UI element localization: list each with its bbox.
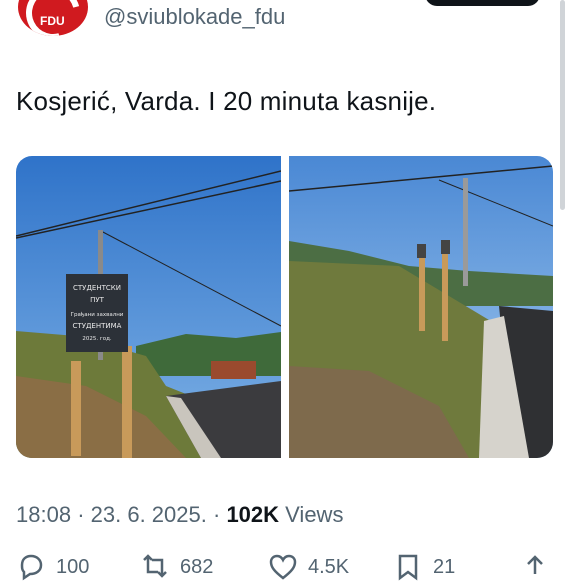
like-button[interactable]: 4.5K — [268, 552, 349, 582]
photo-right-image — [289, 156, 553, 458]
photo-left-image: СТУДЕНТСКИ ПУТ Грађани захвални СТУДЕНТИ… — [16, 156, 281, 458]
avatar-label: FDU — [40, 14, 65, 28]
meta-separator: · — [77, 502, 85, 527]
reply-button[interactable]: 100 — [16, 552, 89, 582]
tweet-date[interactable]: 23. 6. 2025. — [91, 502, 207, 527]
views-label: Views — [285, 502, 344, 527]
sign-line-5: 2025. год. — [82, 336, 112, 342]
share-icon — [527, 555, 543, 574]
tweet-time[interactable]: 18:08 — [16, 502, 71, 527]
tweet-text: Kosjerić, Varda. I 20 minuta kasnije. — [16, 86, 437, 116]
sign-line-1: СТУДЕНТСКИ — [73, 284, 121, 292]
tweet-photo-right[interactable] — [289, 156, 553, 458]
account-handle[interactable]: @sviublokade_fdu — [104, 4, 285, 30]
reply-count: 100 — [56, 555, 90, 578]
follow-button[interactable] — [425, 0, 540, 6]
sign-line-3: Грађани захвални — [71, 311, 124, 318]
reply-icon — [20, 554, 43, 581]
bookmark-count: 21 — [433, 555, 456, 578]
repost-icon — [143, 554, 167, 578]
tweet-meta: 18:08 · 23. 6. 2025. · 102K Views — [16, 502, 343, 528]
meta-separator: · — [212, 502, 221, 527]
repost-button[interactable]: 682 — [140, 552, 213, 582]
like-count: 4.5K — [308, 555, 350, 578]
share-button[interactable] — [520, 552, 550, 582]
sign-line-2: ПУТ — [90, 296, 105, 304]
repost-count: 682 — [180, 555, 214, 578]
bookmark-button[interactable]: 21 — [393, 552, 455, 582]
heart-icon — [269, 554, 297, 580]
tweet-photo-left[interactable]: СТУДЕНТСКИ ПУТ Грађани захвални СТУДЕНТИ… — [16, 156, 281, 458]
bookmark-icon — [398, 554, 418, 581]
scrollbar[interactable] — [560, 0, 565, 210]
avatar[interactable]: FDU — [18, 0, 88, 36]
sign-line-4: СТУДЕНТИМА — [73, 322, 122, 330]
action-bar: 100 682 4.5K 21 — [0, 552, 570, 582]
views-count: 102K — [226, 502, 280, 527]
